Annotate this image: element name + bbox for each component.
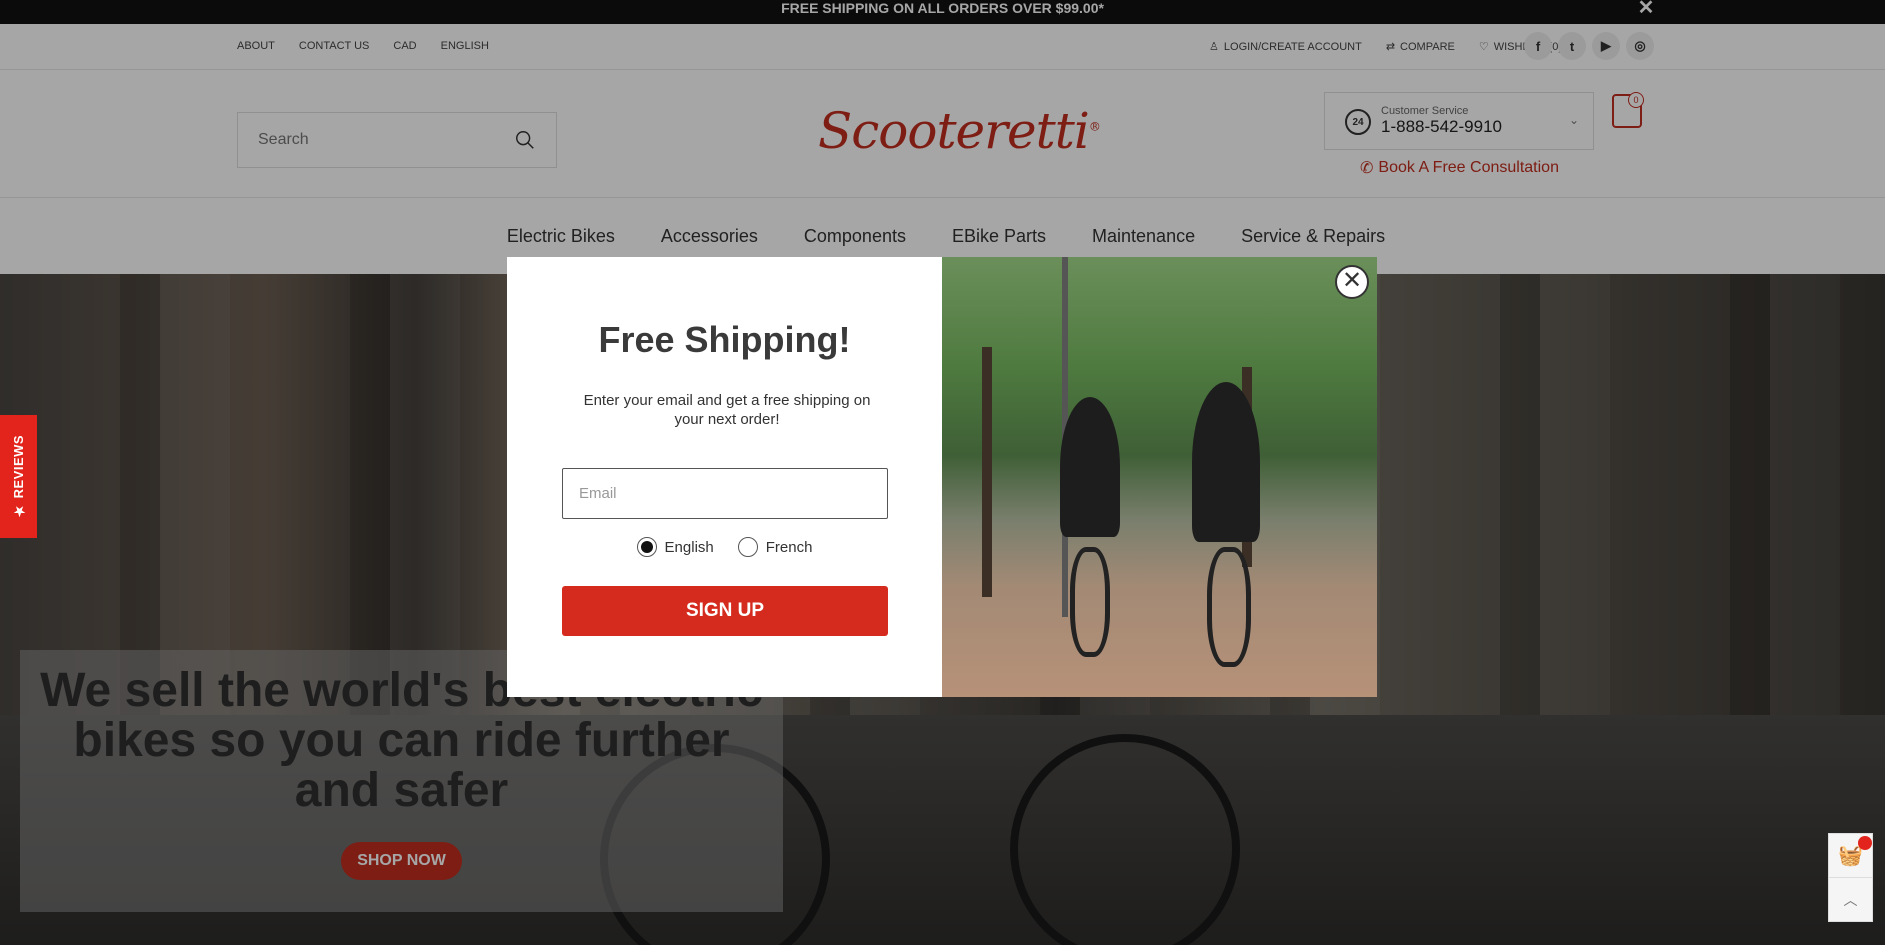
- email-field[interactable]: [562, 468, 888, 519]
- cyclist-figure: [1192, 382, 1260, 542]
- bike-wheel-image: [1207, 547, 1251, 667]
- tree-trunk-image: [982, 347, 992, 597]
- radio-english-circle[interactable]: [636, 537, 657, 557]
- bike-wheel-image: [1070, 547, 1110, 657]
- radio-french-circle[interactable]: [737, 537, 758, 557]
- newsletter-popup: Free Shipping! Enter your email and get …: [507, 257, 1377, 697]
- radio-english[interactable]: English: [636, 537, 714, 557]
- popup-photo: [942, 257, 1377, 697]
- popup-title: Free Shipping!: [598, 319, 851, 360]
- radio-english-label: English: [664, 538, 714, 556]
- radio-french[interactable]: French: [737, 537, 813, 557]
- popup-form: Free Shipping! Enter your email and get …: [507, 257, 942, 697]
- radio-french-label: French: [765, 538, 813, 556]
- cart-notification-dot: [1858, 836, 1872, 850]
- popup-description: Enter your email and get a free shipping…: [583, 392, 871, 428]
- cyclist-figure: [1060, 397, 1120, 537]
- close-icon[interactable]: ✕: [1335, 265, 1369, 299]
- sign-up-button[interactable]: SIGN UP: [562, 586, 888, 636]
- back-to-top-icon[interactable]: ︿: [1828, 877, 1873, 922]
- language-radio-group: English French: [507, 537, 942, 557]
- reviews-tab[interactable]: ★ REVIEWS: [0, 415, 37, 538]
